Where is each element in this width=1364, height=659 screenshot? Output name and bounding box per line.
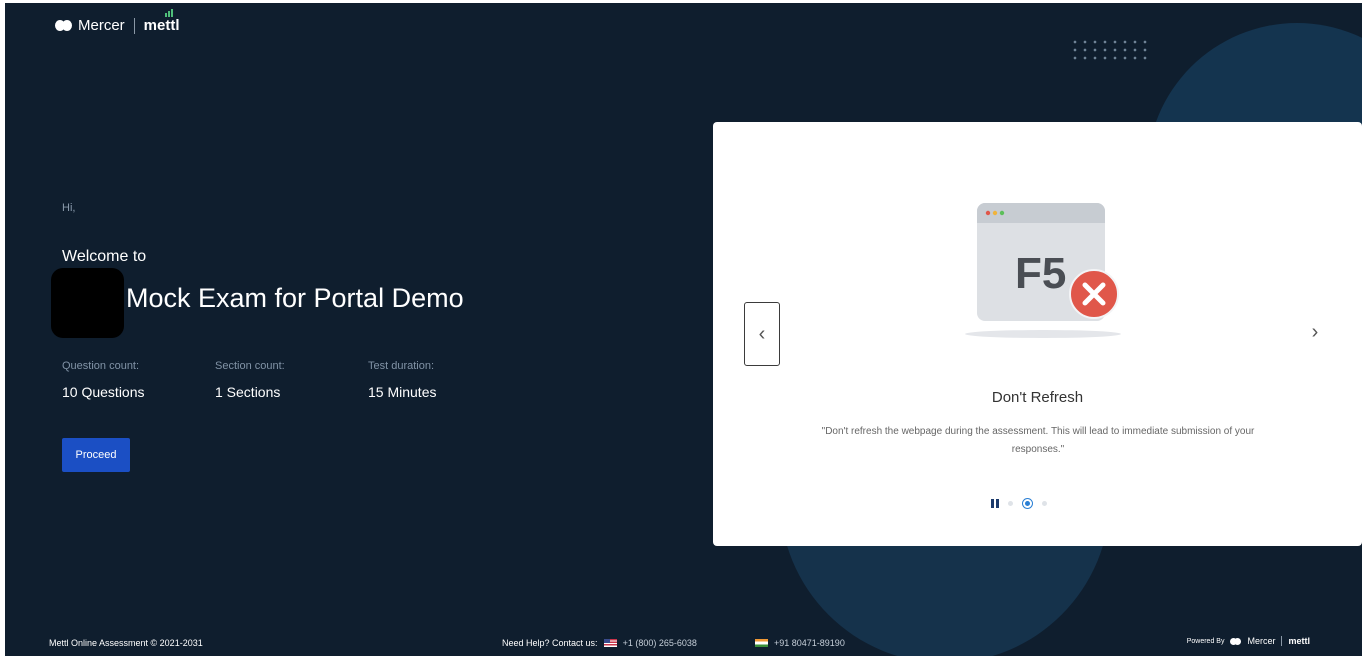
footer-mercer-text: Mercer	[1247, 636, 1276, 646]
stat-value: 15 Minutes	[368, 384, 437, 400]
instruction-carousel-card: ‹ › F5 Don't Refresh "Don't refresh the …	[713, 122, 1362, 546]
slide-description: "Don't refresh the webpage during the as…	[821, 426, 1255, 455]
mercer-brand-text: Mercer	[78, 17, 125, 34]
welcome-text: Welcome to	[62, 248, 147, 265]
stat-value: 10 Questions	[62, 384, 145, 400]
phone-in[interactable]: +91 80471-89190	[774, 638, 845, 648]
decorative-dot-grid	[1070, 38, 1150, 60]
logo-divider	[133, 17, 135, 34]
us-flag-icon	[603, 639, 617, 647]
stat-test-duration: Test duration: 15 Minutes	[368, 360, 436, 400]
refresh-illustration: F5	[963, 197, 1123, 347]
help-label: Need Help? Contact us:	[502, 638, 598, 648]
page-background: Mercer mettl Hi, Welcome to Mock Exam fo…	[5, 3, 1362, 656]
chevron-left-icon: ‹	[758, 322, 766, 345]
carousel-next-button[interactable]: ›	[1303, 317, 1327, 347]
redacted-logo	[51, 268, 124, 338]
mettl-bars-icon	[164, 9, 173, 17]
mercer-logo-icon	[1230, 637, 1242, 645]
help-contact: Need Help? Contact us: +1 (800) 265-6038	[502, 638, 697, 648]
carousel-dot-active[interactable]	[1022, 498, 1033, 509]
chevron-right-icon: ›	[1311, 320, 1319, 343]
help-contact-india: +91 80471-89190	[755, 638, 845, 648]
carousel-dot[interactable]	[1042, 501, 1047, 506]
stat-value: 1 Sections	[215, 384, 281, 400]
stat-question-count: Question count: 10 Questions	[62, 360, 145, 400]
footer-mettl-text: mettl	[1288, 636, 1310, 646]
copyright-text: Mettl Online Assessment © 2021-2031	[49, 638, 203, 648]
exam-title: Mock Exam for Portal Demo	[126, 283, 464, 313]
carousel-dot[interactable]	[1008, 501, 1013, 506]
footer: Mettl Online Assessment © 2021-2031 Need…	[5, 633, 1362, 656]
carousel-prev-button[interactable]: ‹	[744, 302, 780, 366]
carousel-controls	[991, 498, 1047, 509]
mercer-logo-icon	[55, 20, 73, 31]
f5-key-text: F5	[1015, 249, 1066, 298]
india-flag-icon	[755, 639, 768, 647]
phone-us[interactable]: +1 (800) 265-6038	[623, 638, 697, 648]
powered-by-label: Powered By	[1186, 637, 1225, 645]
header-logo: Mercer mettl	[55, 9, 180, 34]
stat-section-count: Section count: 1 Sections	[215, 360, 285, 400]
pause-icon[interactable]	[991, 499, 999, 508]
stat-label: Test duration:	[368, 360, 435, 372]
proceed-button[interactable]: Proceed	[62, 438, 130, 472]
powered-by: Powered By Mercer mettl	[1187, 636, 1310, 646]
footer-logo-divider	[1281, 636, 1283, 646]
stat-label: Section count:	[215, 360, 285, 372]
stat-label: Question count:	[62, 360, 140, 372]
mettl-brand-label: mettl	[143, 17, 180, 34]
greeting-text: Hi,	[62, 202, 76, 214]
mettl-brand-text: mettl	[143, 9, 180, 34]
slide-title: Don't Refresh	[991, 389, 1084, 406]
